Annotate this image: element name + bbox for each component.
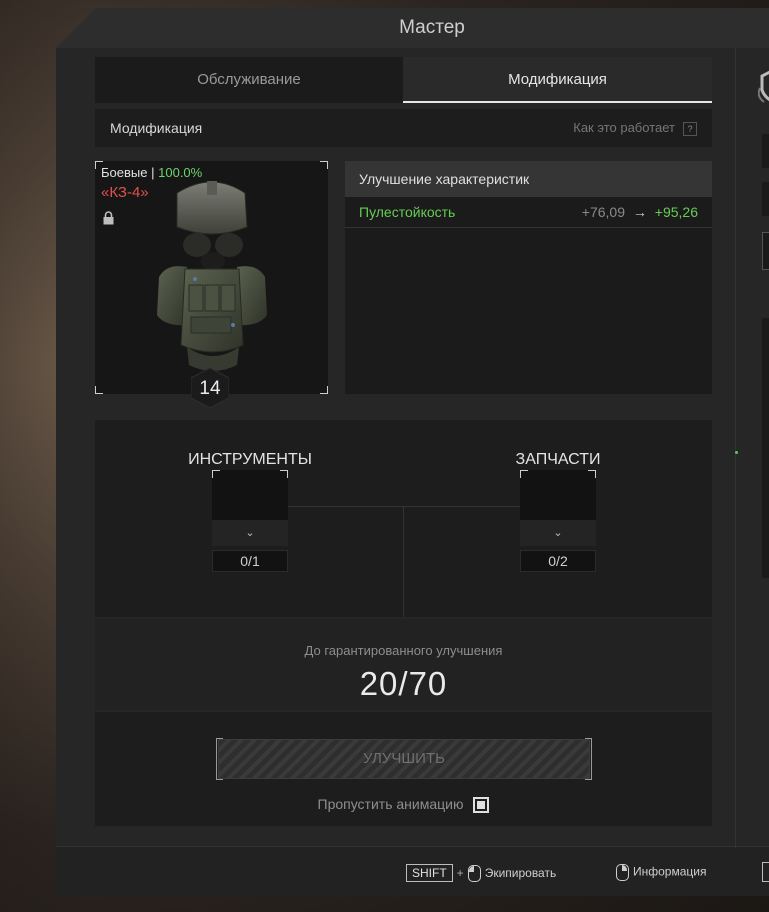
mouse-left-icon [467,865,481,883]
materials-section: ИНСТРУМЕНТЫ ⌄ 0/1 ЗАПЧАСТИ ⌄ 0/2 [95,420,712,617]
level-badge [191,368,229,408]
modification-header: Модификация Как это работает? [95,109,712,147]
info-hint[interactable]: Информация [616,864,706,881]
chevron-down-icon[interactable]: ⌄ [520,520,596,546]
divider [403,506,404,617]
upgrade-button-label: УЛУЧШИТЬ [363,750,445,767]
guarantee-label: До гарантированного улучшения [304,643,503,658]
titlebar: Мастер [56,8,769,48]
tab-modification[interactable]: Модификация [403,57,712,103]
stats-title: Улучшение характеристик [359,171,530,187]
master-window: Мастер Обслуживание Модификация Модифика… [56,8,769,896]
tools-slot[interactable]: ⌄ [212,470,288,546]
stats-panel: Улучшение характеристик Пулестойкость +7… [345,161,712,394]
section-title: Модификация [110,120,203,136]
guarantee-section: До гарантированного улучшения 20/70 [95,619,712,710]
chevron-down-icon[interactable]: ⌄ [212,520,288,546]
info-label: Информация [633,864,707,879]
tools-count: 0/1 [212,550,288,572]
upgrade-section: УЛУЧШИТЬ Пропустить анимацию [95,712,712,826]
how-it-works-link[interactable]: Как это работает? [573,120,697,136]
active-tab-underline [403,101,712,103]
skip-animation-checkbox[interactable] [473,797,490,814]
window-title: Мастер [399,17,465,38]
partial-key-icon [762,862,769,882]
slot-corner [588,470,596,478]
item-card[interactable]: Боевые | 100.0% «КЗ-4» 14 [95,161,328,408]
stat-row: Пулестойкость +76,09 → +95,26 [345,197,712,228]
mouse-button [622,865,627,871]
tab-bar: Обслуживание Модификация [95,57,712,103]
tools-label: ИНСТРУМЕНТЫ [188,451,312,468]
tab-maintenance[interactable]: Обслуживание [95,57,403,103]
arrow-icon: → [632,204,647,220]
equip-label: Экипировать [484,866,557,880]
checkbox-fill [477,801,486,810]
connector-line [287,506,403,507]
card-corner [320,161,328,169]
tab-modification-label: Модификация [508,71,607,88]
card-corner [320,386,328,394]
stat-current: +76,09 [581,204,625,220]
stat-values: +76,09 → +95,26 [582,204,698,220]
parts-label: ЗАПЧАСТИ [515,451,601,468]
guarantee-value: 20/70 [359,665,448,702]
stats-header: Улучшение характеристик [345,161,712,197]
parts-count: 0/2 [520,550,596,572]
shift-key: SHIFT [406,864,453,882]
parts-slot[interactable]: ⌄ [520,470,596,546]
stat-name: Пулестойкость [359,204,456,220]
mouse-right-icon [616,864,629,881]
status-dot [735,451,738,454]
footer-hints: SHIFT + Экипировать Информация [56,846,769,896]
side-block [762,134,769,168]
mouse-button [468,866,474,873]
upgrade-button[interactable]: УЛУЧШИТЬ [216,738,592,780]
skip-animation-label: Пропустить анимацию [317,796,464,812]
skip-animation-row: Пропустить анимацию [95,796,712,814]
card-corner [95,386,103,394]
condition-label: Боевые [101,165,148,180]
help-icon: ? [683,121,697,136]
side-block [762,182,769,216]
connector-line [404,506,520,507]
slot-corner [280,470,288,478]
how-it-works-label: Как это работает [573,120,675,135]
slot-corner [520,470,528,478]
item-name: «КЗ-4» [101,184,149,201]
armor-image [157,181,267,371]
shield-emblem-icon [758,70,769,103]
side-panel [735,48,769,848]
equip-hint[interactable]: SHIFT + Экипировать [406,864,557,883]
slot-corner [212,470,220,478]
lock-icon [103,211,114,225]
plus-sign: + [456,866,464,880]
stat-new: +95,26 [654,204,698,220]
side-block [762,232,769,270]
side-block [762,318,769,578]
